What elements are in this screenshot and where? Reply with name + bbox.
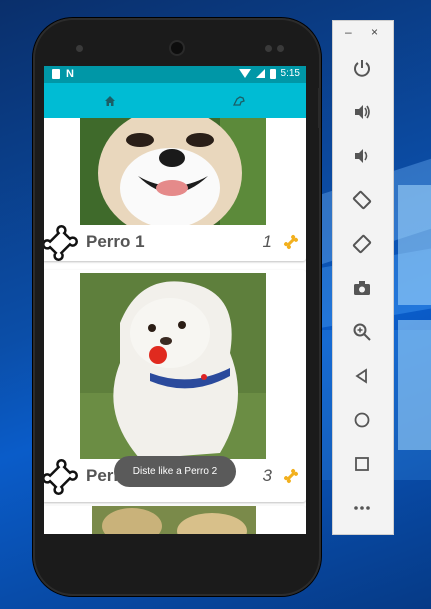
windows-logo-tile <box>398 185 431 305</box>
volume-up-icon <box>355 105 370 119</box>
emulator-titlebar: – × <box>333 21 393 45</box>
more-icon <box>354 506 370 510</box>
back-button[interactable] <box>347 361 377 391</box>
battery-icon <box>269 68 276 79</box>
sensor-dot <box>76 45 83 52</box>
side-button <box>318 88 321 128</box>
signal-icon <box>255 69 265 78</box>
overview-icon <box>355 457 369 471</box>
status-bar: N 5:15 <box>44 66 306 83</box>
status-time: 5:15 <box>280 68 300 79</box>
wifi-icon <box>238 69 251 78</box>
like-count: 3 <box>262 466 272 485</box>
like-button[interactable] <box>44 225 78 261</box>
volume-down-icon <box>355 149 368 163</box>
home-button[interactable] <box>347 405 377 435</box>
like-button[interactable] <box>44 459 78 495</box>
rotate-left-button[interactable] <box>347 185 377 215</box>
home-tab[interactable] <box>101 92 119 110</box>
pet-name: Perro 1 <box>86 232 145 251</box>
app-toolbar <box>44 83 306 118</box>
rotate-left-icon <box>352 190 372 210</box>
toast-message: Diste like a Perro 2 <box>114 456 236 487</box>
overview-button[interactable] <box>347 449 377 479</box>
volume-down-button[interactable] <box>347 141 377 171</box>
n-notification-icon: N <box>66 68 74 80</box>
pets-tab[interactable] <box>230 92 248 110</box>
pet-card <box>44 506 306 534</box>
pet-photo <box>80 118 266 225</box>
home-circle-icon <box>354 412 370 428</box>
front-camera <box>171 42 183 54</box>
more-button[interactable] <box>347 493 377 523</box>
pet-card: Perro 1 1 <box>44 118 306 261</box>
windows-logo-tile <box>398 320 431 450</box>
home-icon <box>105 96 115 106</box>
rotate-right-button[interactable] <box>347 229 377 259</box>
bone-outline-icon <box>44 225 78 261</box>
zoom-button[interactable] <box>347 317 377 347</box>
rotate-right-icon <box>352 234 372 254</box>
camera-icon <box>354 281 370 295</box>
back-icon <box>355 368 367 384</box>
bone-icon <box>284 235 298 249</box>
bone-outline-icon <box>44 459 78 495</box>
sensor-dot <box>277 45 284 52</box>
emulator-toolbar: – × <box>332 20 394 535</box>
sensor-dot <box>265 45 272 52</box>
screenshot-button[interactable] <box>347 273 377 303</box>
volume-up-button[interactable] <box>347 97 377 127</box>
pet-photo <box>92 506 256 534</box>
zoom-icon <box>353 323 371 341</box>
pet-photo <box>80 273 266 459</box>
close-button[interactable]: × <box>371 25 378 39</box>
bone-icon <box>284 469 298 483</box>
power-icon <box>354 60 370 77</box>
dog-paw-icon <box>232 96 245 106</box>
power-button[interactable] <box>347 53 377 83</box>
like-count: 1 <box>262 232 272 251</box>
minimize-button[interactable]: – <box>345 25 352 39</box>
sd-card-icon <box>52 69 60 79</box>
pet-card-footer: Perro 1 1 <box>44 225 306 261</box>
